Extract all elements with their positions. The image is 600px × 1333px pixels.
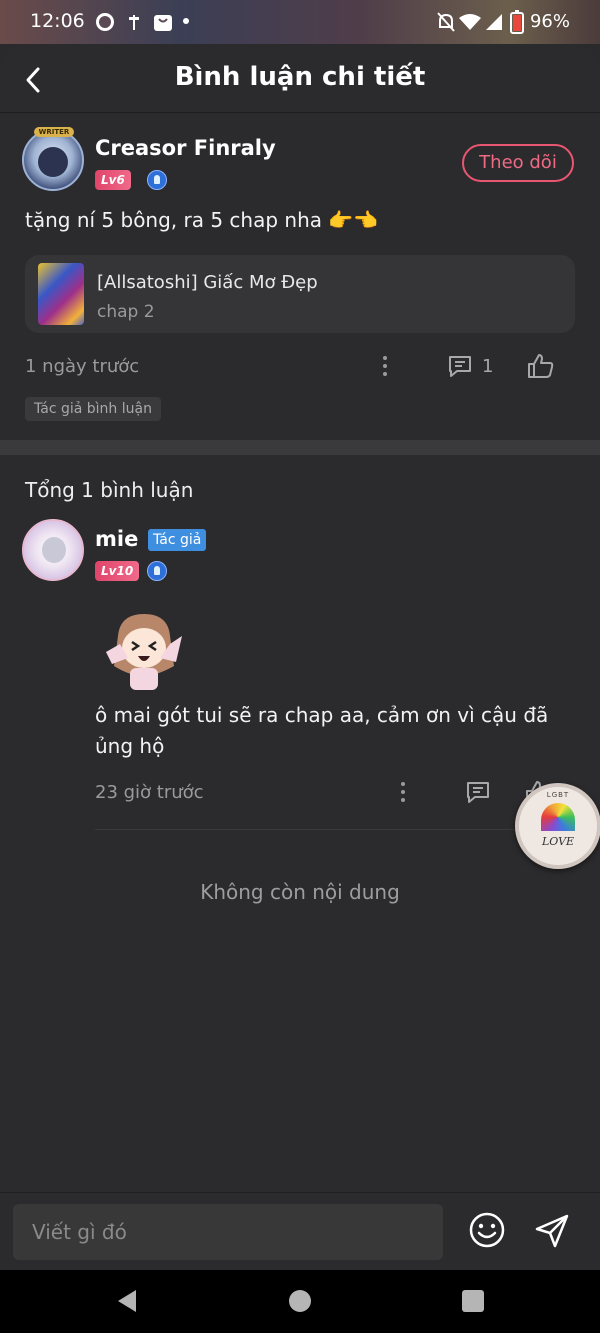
section-divider xyxy=(0,440,600,455)
more-options-icon[interactable] xyxy=(400,782,406,806)
status-bar: 12:06 96% xyxy=(0,0,600,44)
follow-button[interactable]: Theo dõi xyxy=(462,144,574,182)
reply-username[interactable]: mie xyxy=(95,527,138,551)
reply-count: 1 xyxy=(482,356,494,377)
like-icon[interactable] xyxy=(526,351,556,381)
badge-top-text: LGBT xyxy=(546,791,570,799)
nav-home-icon[interactable] xyxy=(288,1289,312,1313)
no-more-content-label: Không còn nội dung xyxy=(200,880,400,904)
reply-divider xyxy=(95,829,575,830)
diamond-icon xyxy=(147,561,167,581)
reply-text: ô mai gót tui sẽ ra chap aa, cảm ơn vì c… xyxy=(95,703,549,758)
avatar-image xyxy=(42,537,66,563)
author-comment-tag: Tác giả bình luận xyxy=(25,397,161,421)
reply-avatar[interactable] xyxy=(22,519,84,581)
rainbow-icon xyxy=(541,803,575,831)
emoji-icon[interactable] xyxy=(468,1211,506,1249)
level-badge: Lv6 xyxy=(95,170,131,190)
level-badge: Lv10 xyxy=(95,561,140,581)
more-options-icon[interactable] xyxy=(382,356,388,380)
nav-back-icon[interactable] xyxy=(114,1288,140,1314)
author-badge: Tác giả xyxy=(148,529,207,551)
notification-dot-icon xyxy=(183,18,189,24)
mute-icon xyxy=(437,12,455,32)
reply-icon[interactable] xyxy=(446,352,474,380)
status-time: 12:06 xyxy=(30,10,85,32)
comment-text: tặng ní 5 bông, ra 5 chap nha 👉👈 xyxy=(25,208,379,232)
shopee-icon xyxy=(154,15,172,31)
reply-timestamp: 23 giờ trước xyxy=(95,782,204,803)
comment-username[interactable]: Creasor Finraly xyxy=(95,136,276,160)
avatar[interactable]: WRITER xyxy=(22,127,84,191)
comment-input[interactable]: Viết gì đó xyxy=(13,1204,443,1260)
system-navigation-bar xyxy=(0,1270,600,1333)
reply-icon[interactable] xyxy=(464,778,492,806)
avatar-writer-tag: WRITER xyxy=(34,127,74,137)
battery-percentage: 96% xyxy=(529,11,570,32)
battery-icon xyxy=(510,10,524,34)
story-cover-image xyxy=(38,263,84,325)
floating-event-badge[interactable]: LGBT LOVE xyxy=(515,783,600,869)
send-icon[interactable] xyxy=(533,1212,571,1250)
nav-recents-icon[interactable] xyxy=(461,1289,485,1313)
wifi-icon xyxy=(459,14,481,30)
comment-timestamp: 1 ngày trước xyxy=(25,356,140,377)
composer-divider xyxy=(0,1192,600,1193)
signal-icon xyxy=(486,14,502,30)
usb-icon xyxy=(129,15,139,30)
page-title: Bình luận chi tiết xyxy=(174,62,426,92)
badge-label: LOVE xyxy=(541,835,575,848)
sticker-image xyxy=(106,614,182,690)
total-comments-label: Tổng 1 bình luận xyxy=(25,478,194,502)
header-divider xyxy=(0,112,600,113)
story-title: [Allsatoshi] Giấc Mơ Đẹp xyxy=(97,272,318,293)
avatar-image xyxy=(38,147,68,177)
diamond-icon xyxy=(147,170,167,190)
story-chapter: chap 2 xyxy=(97,302,155,322)
whatsapp-icon xyxy=(96,13,114,31)
